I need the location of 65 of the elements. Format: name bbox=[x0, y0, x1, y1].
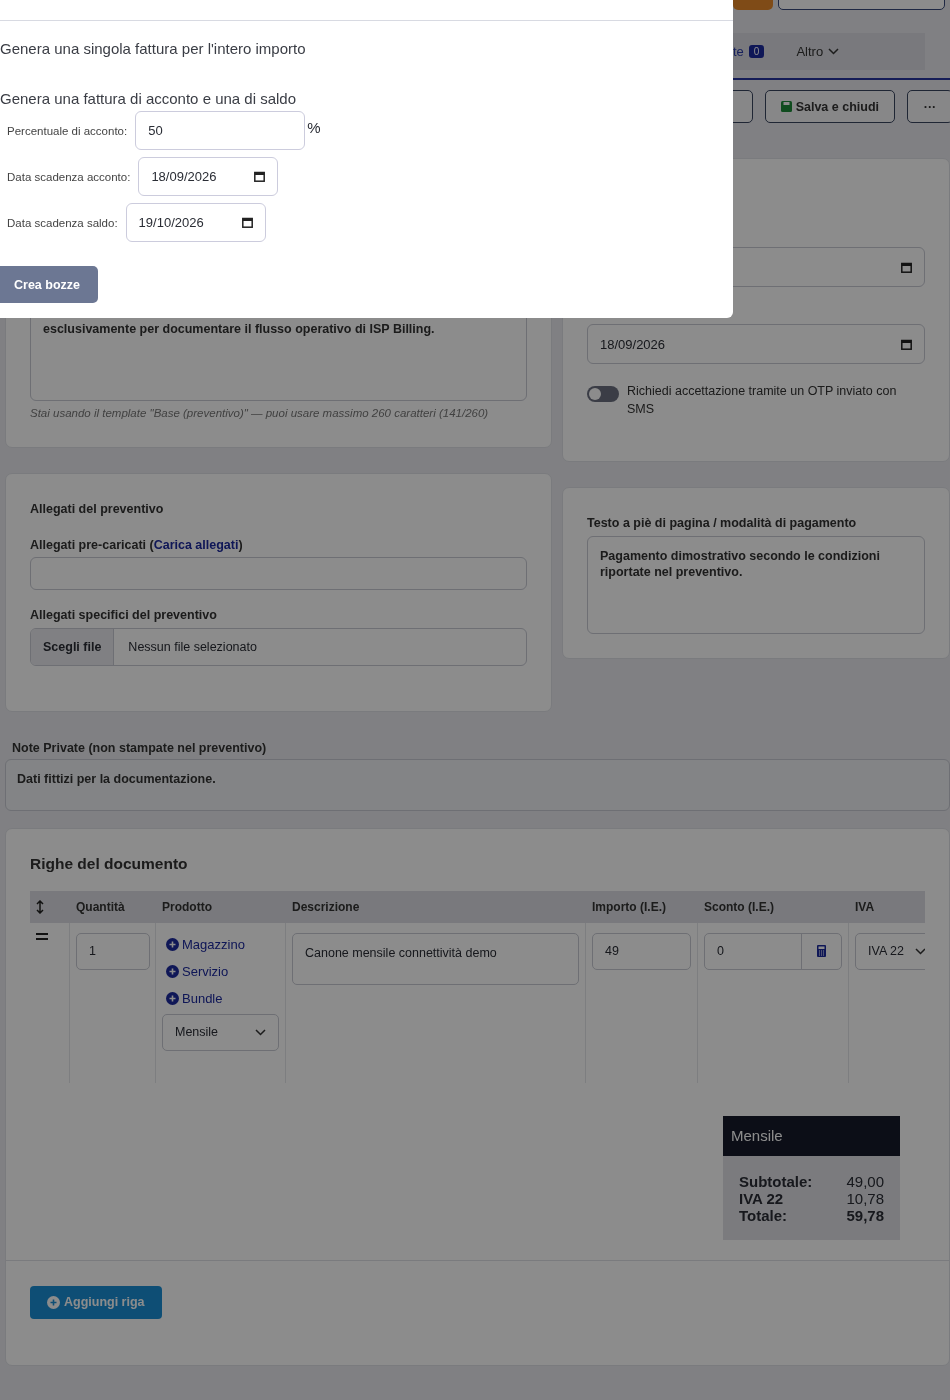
column-header: Quantità bbox=[70, 890, 156, 923]
otp-toggle[interactable] bbox=[587, 386, 619, 402]
date-field[interactable]: 19/10/2026 bbox=[125, 203, 266, 242]
upload-link[interactable]: Carica allegati bbox=[153, 538, 239, 553]
field-label: Data scadenza saldo: bbox=[7, 216, 118, 229]
more-button[interactable]: ··· bbox=[907, 90, 950, 123]
total-value: 59,78 bbox=[846, 1206, 884, 1224]
create-drafts-button[interactable]: Crea bozze bbox=[0, 266, 98, 303]
field-label: Testo a piè di pagina / modalità di pagamento bbox=[587, 515, 858, 532]
total-value: 49,00 bbox=[846, 1172, 884, 1190]
total-label: Subtotale: bbox=[739, 1172, 813, 1190]
calendar-icon[interactable] bbox=[254, 171, 266, 182]
chevron-down-icon bbox=[915, 947, 925, 955]
add-product-link[interactable]: Servizio bbox=[162, 959, 279, 983]
add-product-link[interactable]: Bundle bbox=[162, 986, 279, 1010]
column-header: Descrizione bbox=[286, 890, 586, 923]
add-product-link[interactable]: Magazzino bbox=[162, 932, 279, 956]
field-label: Data scadenza acconto: bbox=[7, 170, 131, 183]
option-label[interactable]: Genera una fattura di acconto e una di saldo bbox=[0, 90, 733, 107]
plus-circle-icon bbox=[47, 1295, 60, 1309]
save-close-button[interactable]: Salva e chiudi bbox=[764, 90, 895, 123]
date-field[interactable]: 18/09/2026 bbox=[138, 157, 279, 196]
section-title: Allegati del preventivo bbox=[30, 501, 165, 518]
field-label: Note Private (non stampate nel preventivo) bbox=[12, 740, 268, 757]
chevron-down-icon bbox=[255, 1028, 266, 1036]
amount-field[interactable]: 49 bbox=[592, 932, 691, 970]
vat-select[interactable]: IVA 22 bbox=[855, 932, 925, 970]
private-notes-textarea[interactable]: Dati fittizi per la documentazione. bbox=[5, 759, 950, 812]
otp-label: Richiedi accettazione tramite un OTP inviato con SMS bbox=[627, 383, 898, 419]
column-header: IVA bbox=[849, 890, 925, 923]
file-input[interactable]: Scegli file Nessun file selezionato bbox=[30, 628, 527, 667]
date-field[interactable]: 18/09/2026 bbox=[587, 324, 925, 364]
footer-textarea[interactable]: Pagamento dimostrativo secondo le condizioni riportate nel preventivo. bbox=[587, 536, 925, 635]
quantity-field[interactable]: 1 bbox=[76, 932, 150, 970]
number-field[interactable]: 50 bbox=[135, 111, 306, 150]
sort-arrows-icon bbox=[36, 899, 44, 914]
column-header: Importo (I.E.) bbox=[586, 890, 698, 923]
tab[interactable]: Altro bbox=[796, 44, 852, 59]
section-title: Righe del documento bbox=[30, 854, 189, 875]
count-badge: 0 bbox=[748, 45, 765, 58]
calendar-icon[interactable] bbox=[241, 217, 253, 228]
discount-field[interactable]: 0 bbox=[704, 932, 842, 970]
plus-circle-icon bbox=[166, 964, 179, 978]
calculator-icon bbox=[817, 945, 826, 958]
preloaded-attachments-field[interactable] bbox=[30, 557, 527, 591]
save-icon bbox=[780, 101, 792, 112]
field-label: Percentuale di acconto: bbox=[7, 124, 128, 137]
chevron-down-icon bbox=[828, 48, 840, 55]
tab[interactable]: te 0 bbox=[733, 44, 777, 59]
total-value: 10,78 bbox=[846, 1189, 884, 1207]
percent-sign: % bbox=[307, 119, 321, 136]
plus-circle-icon bbox=[166, 991, 179, 1005]
field-label: Allegati specifici del preventivo bbox=[30, 607, 218, 625]
period-select[interactable]: Mensile bbox=[162, 1013, 279, 1051]
option-label[interactable]: Genera una singola fattura per l'intero importo bbox=[0, 40, 733, 57]
totals-title: Mensile bbox=[723, 1115, 900, 1156]
total-label: IVA 22 bbox=[739, 1189, 784, 1207]
column-header: Sconto (I.E.) bbox=[698, 890, 849, 923]
template-hint: Stai usando il template "Base (preventivo)" — puoi usare massimo 260 caratteri (141/260) bbox=[30, 407, 490, 419]
column-header: Prodotto bbox=[156, 890, 286, 923]
drag-handle-icon[interactable] bbox=[36, 932, 48, 940]
plus-circle-icon bbox=[166, 937, 179, 951]
field-label: Allegati pre-caricati (Carica allegati) bbox=[30, 537, 244, 555]
description-textarea[interactable]: Canone mensile connettività demo bbox=[292, 932, 579, 985]
total-label: Totale: bbox=[739, 1206, 788, 1224]
